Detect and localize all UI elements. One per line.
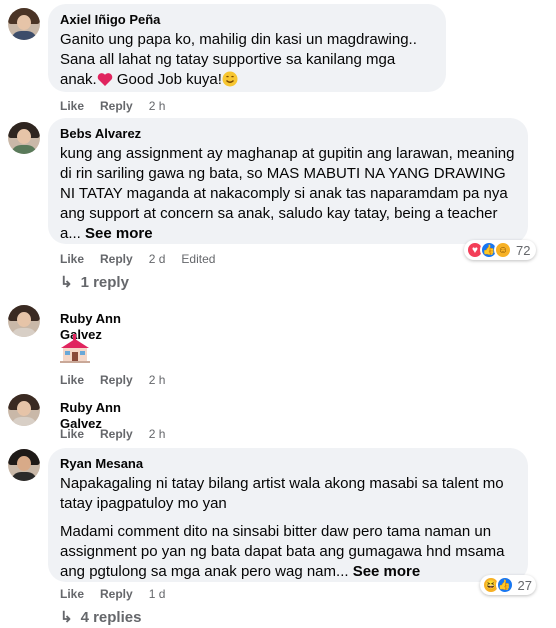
- comment-actions: Like Reply 2 h: [60, 426, 181, 442]
- comment-actions: Like Reply 2 d Edited: [60, 251, 215, 267]
- reply-arrow-icon: ↳: [60, 609, 73, 626]
- comment-bubble: Bebs Alvarez kung ang assignment ay magh…: [48, 118, 528, 244]
- comment-bubble: Ruby Ann Galvez: [48, 304, 176, 342]
- timestamp[interactable]: 2 h: [149, 372, 166, 388]
- avatar[interactable]: [8, 394, 40, 426]
- timestamp[interactable]: 2 h: [149, 426, 166, 442]
- avatar[interactable]: [8, 8, 40, 40]
- reply-button[interactable]: Reply: [100, 586, 133, 602]
- see-more-link[interactable]: See more: [85, 225, 153, 242]
- avatar[interactable]: [8, 449, 40, 481]
- comment-text: Napakagaling ni tatay bilang artist wala…: [60, 474, 516, 582]
- edited-label: Edited: [181, 252, 216, 266]
- reply-button[interactable]: Reply: [100, 372, 133, 388]
- like-button[interactable]: Like: [60, 251, 84, 267]
- comment-actions: Like Reply 1 d: [60, 586, 181, 602]
- comment-actions: Like Reply 2 h: [60, 98, 181, 114]
- like-button[interactable]: Like: [60, 372, 84, 388]
- reaction-summary[interactable]: 😆 👍 27: [480, 575, 536, 595]
- care-icon: ☺: [494, 241, 512, 259]
- comment-paragraph: Madami comment dito na sinsabi bitter da…: [60, 522, 516, 582]
- house-emoji: [58, 334, 92, 364]
- comment-line-text: Good Job kuya!: [112, 71, 222, 88]
- reply-button[interactable]: Reply: [100, 251, 133, 267]
- comment-text: Ganito ung papa ko, mahilig din kasi un …: [60, 30, 434, 90]
- see-more-link[interactable]: See more: [353, 563, 421, 580]
- timestamp[interactable]: 2 d: [149, 251, 166, 267]
- comment-author[interactable]: Axiel Iñigo Peña: [60, 12, 434, 28]
- reaction-count: 72: [516, 242, 531, 258]
- comment-bubble: Ruby Ann Galvez: [48, 393, 176, 431]
- heart-emoji-icon: [97, 73, 112, 86]
- replies-count: 4 replies: [80, 609, 142, 626]
- like-button[interactable]: Like: [60, 98, 84, 114]
- reaction-count: 27: [517, 577, 532, 593]
- comment-line: Sana all lahat ng tatay supportive sa ka…: [60, 50, 434, 90]
- like-button[interactable]: Like: [60, 426, 84, 442]
- reply-arrow-icon: ↳: [60, 274, 73, 291]
- comment-actions: Like Reply 2 h: [60, 372, 181, 388]
- timestamp[interactable]: 2 h: [149, 98, 166, 114]
- comment-author[interactable]: Ryan Mesana: [60, 456, 516, 472]
- avatar[interactable]: [8, 122, 40, 154]
- comment-body: Madami comment dito na sinsabi bitter da…: [60, 523, 505, 580]
- reaction-summary[interactable]: ♥ 👍 ☺ 72: [464, 240, 536, 260]
- smile-emoji-icon: [222, 71, 238, 87]
- reply-button[interactable]: Reply: [100, 98, 133, 114]
- comment-bubble: Ryan Mesana Napakagaling ni tatay bilang…: [48, 448, 528, 582]
- reply-button[interactable]: Reply: [100, 426, 133, 442]
- house-icon: [60, 334, 90, 363]
- comment-paragraph: Napakagaling ni tatay bilang artist wala…: [60, 475, 504, 512]
- replies-count: 1 reply: [80, 274, 129, 291]
- view-replies-link[interactable]: ↳ 1 reply: [60, 273, 129, 293]
- like-icon: 👍: [495, 576, 514, 594]
- comment-line: Ganito ung papa ko, mahilig din kasi un …: [60, 31, 417, 48]
- comment-bubble: Axiel Iñigo Peña Ganito ung papa ko, mah…: [48, 4, 446, 92]
- comment-author[interactable]: Bebs Alvarez: [60, 126, 516, 142]
- timestamp[interactable]: 1 d: [149, 586, 166, 602]
- comment-text: kung ang assignment ay maghanap at gupit…: [60, 144, 516, 244]
- avatar[interactable]: [8, 305, 40, 337]
- view-replies-link[interactable]: ↳ 4 replies: [60, 608, 141, 628]
- like-button[interactable]: Like: [60, 586, 84, 602]
